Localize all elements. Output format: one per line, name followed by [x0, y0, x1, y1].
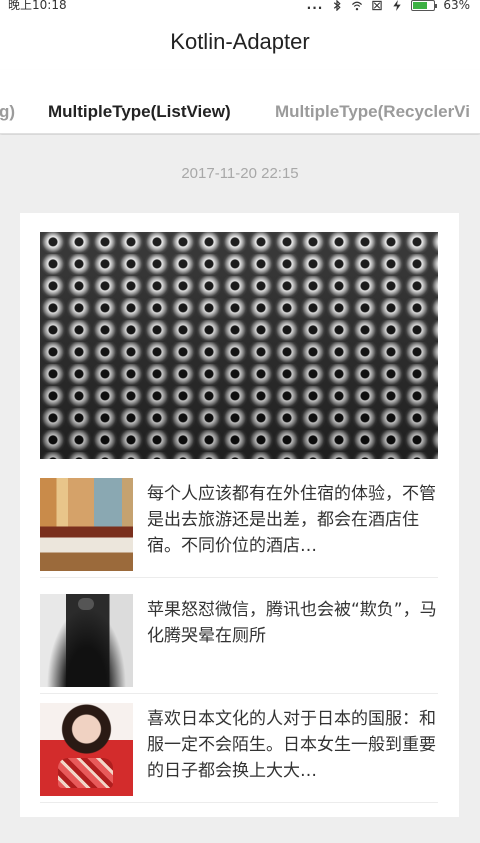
sim-icon [372, 0, 383, 10]
battery-icon [411, 0, 438, 11]
news-title: 苹果怒怼微信，腾讯也会被“欺负”，马化腾哭晕在厕所 [147, 600, 437, 646]
news-title: 喜欢日本文化的人对于日本的国服：和服一定不会陌生。日本女生一般到重要的日子都会换… [147, 709, 436, 781]
list-content[interactable]: 2017-11-20 22:15 每个人应该都有在外住宿的体验，不管是出去旅游还… [0, 135, 480, 843]
news-item[interactable]: 苹果怒怼微信，腾讯也会被“欺负”，马化腾哭晕在厕所 [40, 594, 438, 694]
more-icon: ... [306, 0, 324, 12]
tab-multiple-type-recyclerview[interactable]: MultipleType(RecyclerVi [275, 100, 470, 124]
status-time: 晚上10:18 [8, 0, 67, 12]
app-toolbar: Kotlin-Adapter [0, 14, 480, 70]
app-title: Kotlin-Adapter [170, 29, 310, 54]
status-bar: 晚上10:18 ... 63% [0, 0, 480, 14]
battery-percent: 63% [443, 0, 470, 12]
news-thumbnail [40, 478, 133, 571]
tab-bar: g) MultipleType(ListView) MultipleType(R… [0, 70, 480, 134]
status-icons: ... 63% [307, 0, 470, 12]
news-thumbnail [40, 703, 133, 796]
news-item[interactable]: 每个人应该都有在外住宿的体验，不管是出去旅游还是出差，都会在酒店住宿。不同价位的… [40, 478, 438, 578]
wifi-icon [352, 1, 363, 10]
news-thumbnail [40, 594, 133, 687]
news-item[interactable]: 喜欢日本文化的人对于日本的国服：和服一定不会陌生。日本女生一般到重要的日子都会换… [40, 703, 438, 803]
tab-multiple-type-listview[interactable]: MultipleType(ListView) [48, 100, 231, 124]
timestamp: 2017-11-20 22:15 [181, 165, 299, 182]
bluetooth-icon [334, 0, 341, 11]
news-title: 每个人应该都有在外住宿的体验，不管是出去旅游还是出差，都会在酒店住宿。不同价位的… [147, 484, 436, 556]
tab-previous[interactable]: g) [0, 100, 15, 124]
battery-fill [413, 1, 428, 9]
news-card: 每个人应该都有在外住宿的体验，不管是出去旅游还是出差，都会在酒店住宿。不同价位的… [20, 213, 459, 817]
hero-image[interactable] [40, 232, 438, 459]
charging-icon [393, 0, 401, 11]
